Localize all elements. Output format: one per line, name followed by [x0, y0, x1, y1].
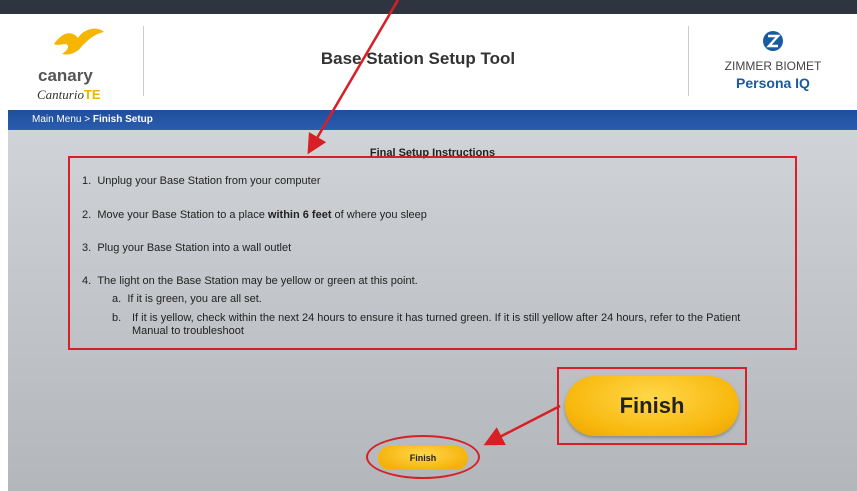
annotation-arrow-top [307, 0, 400, 155]
annotation-arrows [307, 0, 561, 446]
annotation-arrow-finish [483, 404, 561, 446]
